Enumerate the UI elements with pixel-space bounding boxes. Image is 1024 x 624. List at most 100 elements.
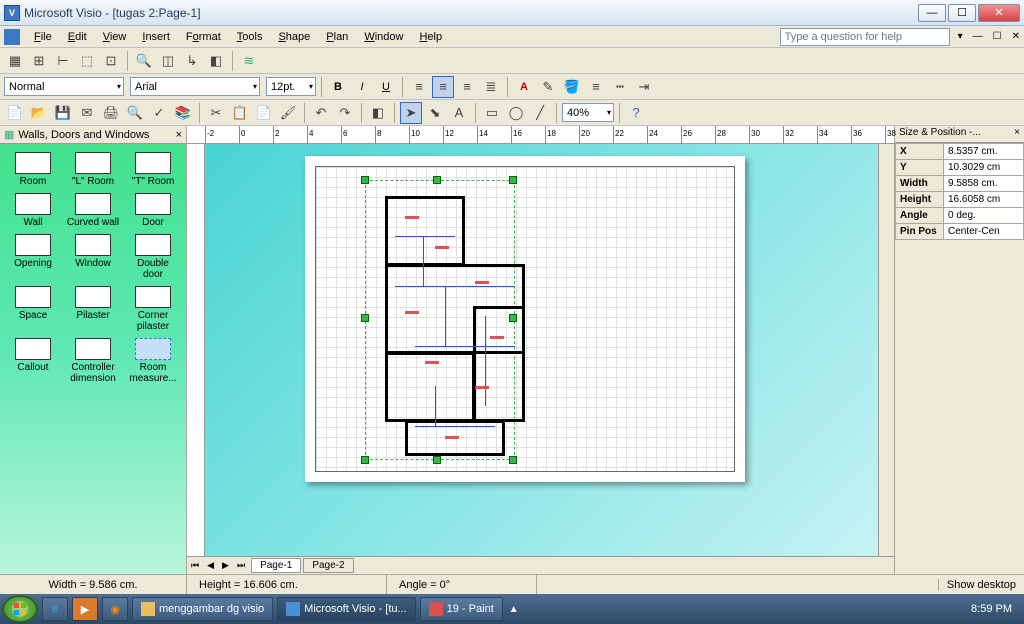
align-right-button[interactable]: ≡ (456, 76, 478, 98)
format-painter-button[interactable]: 🖌 (277, 102, 299, 124)
sp-value-x[interactable]: 8.5357 cm. (944, 144, 1024, 160)
copy-button[interactable]: 📋 (229, 102, 251, 124)
mail-button[interactable]: ✉ (76, 102, 98, 124)
drawing-surface[interactable] (205, 144, 878, 556)
show-desktop-button[interactable]: Show desktop (938, 579, 1024, 591)
tab-nav-prev[interactable]: ◀ (203, 560, 218, 571)
font-select[interactable]: Arial (130, 77, 260, 96)
help-search-input[interactable] (780, 28, 950, 46)
size-select[interactable]: 12pt. (266, 77, 316, 96)
shape-stencil-room[interactable]: Room (4, 150, 62, 189)
align-center-button[interactable]: ≡ (432, 76, 454, 98)
shapes-panel-close[interactable]: × (176, 129, 182, 141)
shape-stencil-space[interactable]: Space (4, 284, 62, 334)
clock[interactable]: 8:59 PM (961, 603, 1022, 615)
line-pattern-button[interactable]: ┅ (609, 76, 631, 98)
close-button[interactable]: ✕ (978, 4, 1020, 22)
shape-stencil-pilaster[interactable]: Pilaster (64, 284, 122, 334)
menu-help[interactable]: Help (411, 29, 450, 45)
taskbar-item-folder[interactable]: menggambar dg visio (132, 597, 273, 621)
style-select[interactable]: Normal (4, 77, 124, 96)
sp-value-y[interactable]: 10.3029 cm (944, 160, 1024, 176)
font-color-button[interactable]: A (513, 76, 535, 98)
horizontal-scrollbar[interactable] (354, 558, 894, 574)
vertical-scrollbar[interactable] (878, 144, 894, 556)
page-tab-2[interactable]: Page-2 (303, 558, 353, 573)
undo-button[interactable]: ↶ (310, 102, 332, 124)
paste-button[interactable]: 📄 (253, 102, 275, 124)
sp-value-height[interactable]: 16.6058 cm (944, 192, 1024, 208)
new-button[interactable]: 📄 (4, 102, 26, 124)
ruler-icon[interactable]: ⊢ (52, 50, 74, 72)
selection-handle[interactable] (361, 176, 369, 184)
grid-icon[interactable]: ▦ (4, 50, 26, 72)
taskbar-item-visio[interactable]: Microsoft Visio - [tu... (277, 597, 416, 621)
save-button[interactable]: 💾 (52, 102, 74, 124)
rectangle-tool-button[interactable]: ▭ (481, 102, 503, 124)
align-justify-button[interactable]: ≣ (480, 76, 502, 98)
line-color-button[interactable]: ✎ (537, 76, 559, 98)
shape-stencil--l-room[interactable]: "L" Room (64, 150, 122, 189)
grid2-icon[interactable]: ⊞ (28, 50, 50, 72)
align-left-button[interactable]: ≡ (408, 76, 430, 98)
taskbar-item-paint[interactable]: 19 - Paint (420, 597, 503, 621)
shape-stencil-wall[interactable]: Wall (4, 191, 62, 230)
shape-stencil-door[interactable]: Door (124, 191, 182, 230)
open-button[interactable]: 📂 (28, 102, 50, 124)
size-position-close[interactable]: × (1014, 127, 1020, 141)
shape-stencil-curved-wall[interactable]: Curved wall (64, 191, 122, 230)
menu-plan[interactable]: Plan (318, 29, 356, 45)
underline-button[interactable]: U (375, 76, 397, 98)
selection-handle[interactable] (361, 456, 369, 464)
sp-value-pinpos[interactable]: Center-Cen (944, 224, 1024, 240)
menu-window[interactable]: Window (356, 29, 411, 45)
ie-icon[interactable]: e (42, 597, 68, 621)
line-tool-button[interactable]: ╱ (529, 102, 551, 124)
tab-nav-last[interactable]: ⏭ (233, 560, 249, 571)
sp-value-angle[interactable]: 0 deg. (944, 208, 1024, 224)
firefox-icon[interactable]: ◉ (102, 597, 128, 621)
tray-arrow-icon[interactable]: ▲ (503, 604, 525, 615)
mdi-minimize[interactable]: ▾ (956, 29, 965, 44)
selection-handle[interactable] (433, 176, 441, 184)
shapes-icon[interactable]: ◧ (205, 50, 227, 72)
tab-nav-first[interactable]: ⏮ (187, 560, 203, 571)
shape-stencil-window[interactable]: Window (64, 232, 122, 282)
pan-icon[interactable]: ◫ (157, 50, 179, 72)
mdi-restore[interactable]: — (971, 29, 985, 44)
media-icon[interactable]: ▶ (72, 597, 98, 621)
line-weight-button[interactable]: ≡ (585, 76, 607, 98)
pointer-tool-button[interactable]: ➤ (400, 102, 422, 124)
text-tool-button[interactable]: A (448, 102, 470, 124)
minimize-button[interactable]: — (918, 4, 946, 22)
menu-shape[interactable]: Shape (270, 29, 318, 45)
ellipse-tool-button[interactable]: ◯ (505, 102, 527, 124)
guides-icon[interactable]: ⬚ (76, 50, 98, 72)
connector-icon[interactable]: ↳ (181, 50, 203, 72)
shape-stencil--t-room[interactable]: "T" Room (124, 150, 182, 189)
menu-edit[interactable]: Edit (60, 29, 95, 45)
menu-tools[interactable]: Tools (229, 29, 271, 45)
connect-icon[interactable]: ⊡ (100, 50, 122, 72)
shape-stencil-corner-pilaster[interactable]: Corner pilaster (124, 284, 182, 334)
selection-handle[interactable] (361, 314, 369, 322)
sp-value-width[interactable]: 9.5858 cm. (944, 176, 1024, 192)
shape-stencil-opening[interactable]: Opening (4, 232, 62, 282)
maximize-button[interactable]: ☐ (948, 4, 976, 22)
fill-color-button[interactable]: 🪣 (561, 76, 583, 98)
shape-stencil-controller-dimension[interactable]: Controller dimension (64, 336, 122, 386)
mdi-x[interactable]: ✕ (1010, 29, 1022, 44)
menu-view[interactable]: View (95, 29, 135, 45)
bold-button[interactable]: B (327, 76, 349, 98)
menu-file[interactable]: File (26, 29, 60, 45)
shapes-window-button[interactable]: ◧ (367, 102, 389, 124)
drawing-page[interactable] (305, 156, 745, 482)
preview-button[interactable]: 🔍 (124, 102, 146, 124)
shape-stencil-double-door[interactable]: Double door (124, 232, 182, 282)
spell-button[interactable]: ✓ (148, 102, 170, 124)
research-button[interactable]: 📚 (172, 102, 194, 124)
tab-nav-next[interactable]: ▶ (218, 560, 233, 571)
help-button[interactable]: ? (625, 102, 647, 124)
shape-stencil-room-measure-[interactable]: Room measure... (124, 336, 182, 386)
connector-tool-button[interactable]: ⬊ (424, 102, 446, 124)
